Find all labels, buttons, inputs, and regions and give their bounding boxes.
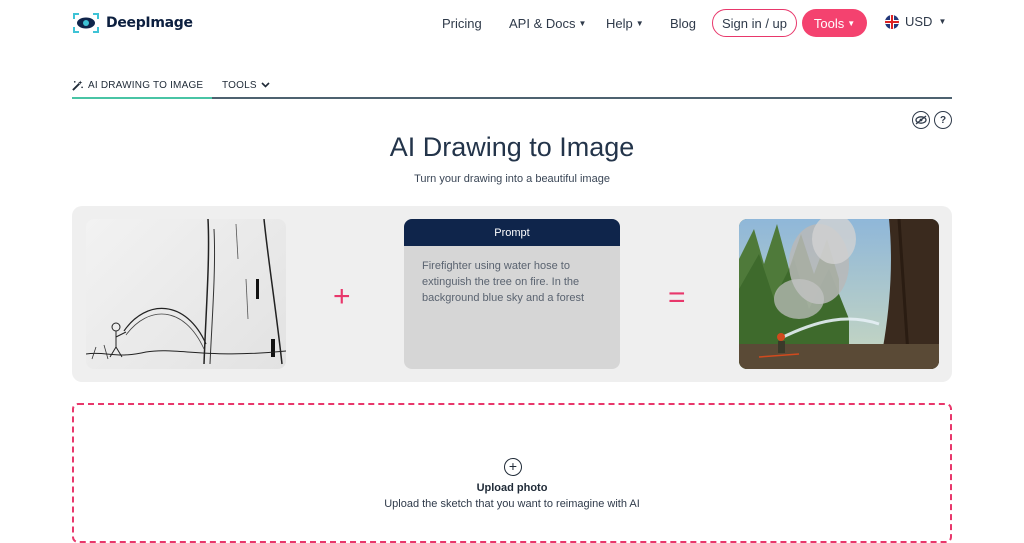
tab-tools-label: TOOLS bbox=[222, 79, 257, 91]
example-prompt-card: Prompt Firefighter using water hose to e… bbox=[404, 219, 620, 369]
tab-ai-drawing-to-image[interactable]: AI DRAWING TO IMAGE bbox=[72, 73, 212, 99]
nav-blog-link[interactable]: Blog bbox=[670, 16, 696, 31]
prompt-text: Firefighter using water hose to extingui… bbox=[422, 260, 585, 304]
nav-pricing-label: Pricing bbox=[442, 16, 482, 31]
help-button[interactable]: ? bbox=[934, 111, 952, 129]
eye-logo-icon bbox=[73, 13, 99, 33]
brand-logo[interactable]: DeepImage bbox=[72, 12, 193, 34]
signin-label: Sign in / up bbox=[721, 15, 788, 31]
tool-tabs: AI DRAWING TO IMAGE TOOLS bbox=[72, 73, 952, 99]
page-title: AI Drawing to Image bbox=[389, 132, 635, 162]
eye-off-icon bbox=[915, 115, 927, 125]
plus-circle-icon: + bbox=[504, 458, 522, 476]
plus-icon: + bbox=[333, 280, 351, 313]
magic-wand-icon bbox=[72, 79, 83, 91]
tab-ai-drawing-label: AI DRAWING TO IMAGE bbox=[88, 79, 204, 91]
top-navbar: DeepImage Pricing API & Docs ▼ Help ▼ Blog… bbox=[0, 0, 1024, 46]
page-subtitle: Turn your drawing into a beautiful image bbox=[414, 173, 610, 185]
prompt-header: Prompt bbox=[404, 219, 620, 246]
equals-icon: = bbox=[668, 281, 686, 314]
nav-help-menu[interactable]: Help ▼ bbox=[606, 16, 644, 31]
tools-button[interactable]: Tools ▼ bbox=[802, 9, 867, 37]
caret-down-icon: ▼ bbox=[635, 19, 644, 28]
chevron-down-icon bbox=[261, 82, 270, 88]
tab-tools-dropdown[interactable]: TOOLS bbox=[222, 73, 270, 97]
caret-down-icon: ▼ bbox=[847, 18, 856, 28]
upload-subtitle: Upload the sketch that you want to reima… bbox=[384, 498, 640, 510]
upload-dropzone[interactable]: + Upload photo Upload the sketch that yo… bbox=[72, 403, 952, 543]
hide-preview-button[interactable] bbox=[912, 111, 930, 129]
uk-flag-icon bbox=[885, 14, 899, 29]
example-sketch-image bbox=[86, 219, 286, 369]
nav-help-label: Help bbox=[606, 16, 633, 31]
brand-name: DeepImage bbox=[106, 15, 193, 31]
nav-blog-label: Blog bbox=[670, 16, 697, 31]
caret-down-icon: ▼ bbox=[578, 19, 587, 28]
upload-title: Upload photo bbox=[476, 482, 548, 494]
caret-down-icon: ▼ bbox=[938, 17, 947, 26]
example-showcase: + Prompt Firefighter using water hose to… bbox=[72, 206, 952, 382]
nav-pricing-link[interactable]: Pricing bbox=[442, 16, 482, 31]
example-result-image bbox=[739, 219, 939, 369]
question-mark-icon: ? bbox=[939, 114, 947, 126]
signin-button[interactable]: Sign in / up bbox=[712, 9, 797, 37]
nav-api-docs-menu[interactable]: API & Docs ▼ bbox=[509, 16, 586, 31]
nav-api-docs-label: API & Docs bbox=[509, 16, 576, 31]
currency-selector[interactable]: USD ▼ bbox=[885, 14, 946, 29]
currency-label: USD bbox=[905, 14, 933, 29]
tools-label: Tools bbox=[813, 15, 845, 31]
